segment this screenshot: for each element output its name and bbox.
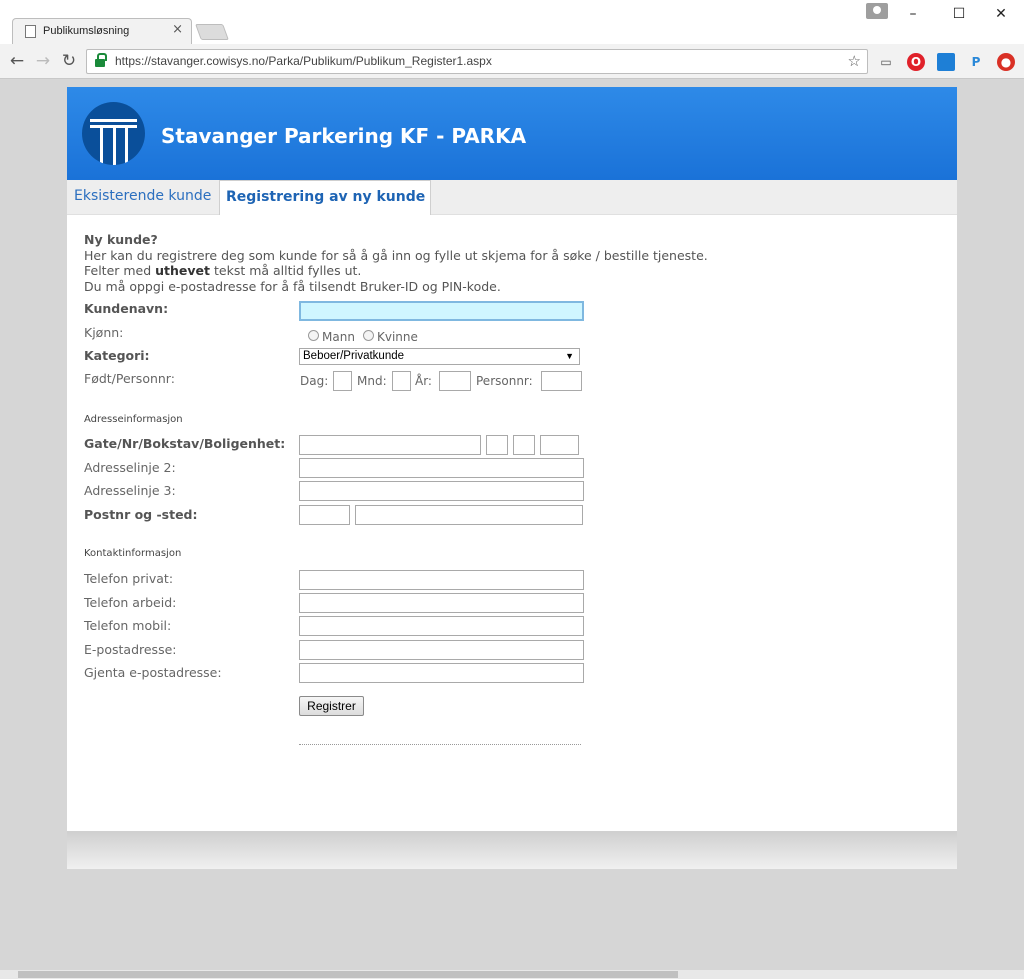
personnr-label: Personnr: xyxy=(476,374,533,388)
husnr-input[interactable] xyxy=(486,435,508,455)
reload-icon[interactable]: ↻ xyxy=(58,51,80,73)
profile-icon[interactable] xyxy=(866,3,888,19)
bookmark-star-icon[interactable]: ☆ xyxy=(848,52,861,70)
browser-toolbar: ← → ↻ https://stavanger.cowisys.no/Parka… xyxy=(0,44,1024,79)
extension-window-icon[interactable] xyxy=(937,53,955,71)
browser-tab-title: Publikumsløsning xyxy=(43,25,130,37)
adblock-icon[interactable]: ● xyxy=(997,53,1015,71)
kvinne-radio[interactable] xyxy=(363,330,374,341)
new-tab-button[interactable] xyxy=(195,24,229,40)
ar-label: År: xyxy=(415,374,432,388)
dag-label: Dag: xyxy=(300,374,329,388)
postnr-label: Postnr og -sted: xyxy=(84,507,198,522)
kundenavn-input[interactable] xyxy=(299,301,584,321)
adresse-section-heading: Adresseinformasjon xyxy=(84,414,183,425)
adresse3-input[interactable] xyxy=(299,481,584,501)
kvinne-label: Kvinne xyxy=(377,330,418,344)
mann-radio[interactable] xyxy=(308,330,319,341)
browser-chrome: Publikumsløsning × – ☐ ✕ ← → ↻ https://s… xyxy=(0,0,1024,79)
forward-arrow-icon[interactable]: → xyxy=(32,51,54,73)
page-footer xyxy=(67,831,957,869)
personnr-input[interactable] xyxy=(541,371,582,391)
tlf-mobil-input[interactable] xyxy=(299,616,584,636)
gate-label: Gate/Nr/Bokstav/Boligenhet: xyxy=(84,436,286,451)
parka-logo-icon xyxy=(82,102,145,165)
close-tab-icon[interactable]: × xyxy=(172,22,183,37)
adresse2-label: Adresselinje 2: xyxy=(84,460,176,475)
intro-line-1: Her kan du registrere deg som kunde for … xyxy=(84,247,708,263)
horizontal-scrollbar[interactable] xyxy=(0,970,1024,979)
intro-line-2: Felter med uthevet tekst må alltid fylle… xyxy=(84,263,362,278)
site-banner: Stavanger Parkering KF - PARKA xyxy=(67,87,957,180)
url-text[interactable]: https://stavanger.cowisys.no/Parka/Publi… xyxy=(115,54,492,68)
kategori-label: Kategori: xyxy=(84,348,150,363)
epost2-label: Gjenta e-postadresse: xyxy=(84,665,222,680)
mnd-label: Mnd: xyxy=(357,374,387,388)
page-container: Stavanger Parkering KF - PARKA Eksistere… xyxy=(67,87,957,869)
minimize-button[interactable]: – xyxy=(890,0,936,28)
intro-line-3: Du må oppgi e-postadresse for å få tilse… xyxy=(84,278,501,294)
intro-text: Ny kunde? Her kan du registrere deg som … xyxy=(84,232,708,294)
tlf-mobil-label: Telefon mobil: xyxy=(84,618,172,633)
gate-input[interactable] xyxy=(299,435,481,455)
tlf-arbeid-input[interactable] xyxy=(299,593,584,613)
p-extension-icon[interactable]: P xyxy=(967,53,985,71)
poststed-input[interactable] xyxy=(355,505,583,525)
tab-strip: Publikumsløsning × – ☐ ✕ xyxy=(0,0,1024,44)
tlf-privat-input[interactable] xyxy=(299,570,584,590)
bokstav-input[interactable] xyxy=(513,435,535,455)
back-arrow-icon[interactable]: ← xyxy=(6,51,28,73)
ar-input[interactable] xyxy=(439,371,471,391)
tlf-privat-label: Telefon privat: xyxy=(84,571,174,586)
epost2-input[interactable] xyxy=(299,663,584,683)
kategori-select[interactable]: Beboer/Privatkunde ▼ xyxy=(299,348,580,365)
cast-icon[interactable]: ▭ xyxy=(877,53,895,71)
opera-icon[interactable]: O xyxy=(907,53,925,71)
address-bar[interactable]: https://stavanger.cowisys.no/Parka/Publi… xyxy=(86,49,868,74)
mnd-input[interactable] xyxy=(392,371,411,391)
close-window-button[interactable]: ✕ xyxy=(978,0,1024,28)
adresse2-input[interactable] xyxy=(299,458,584,478)
dag-input[interactable] xyxy=(333,371,352,391)
epost-label: E-postadresse: xyxy=(84,642,177,657)
dropdown-arrow-icon: ▼ xyxy=(565,351,574,361)
mann-label: Mann xyxy=(322,330,355,344)
fodt-label: Født/Personnr: xyxy=(84,371,175,386)
page-icon xyxy=(25,25,36,38)
page-tabs: Eksisterende kunde Registrering av ny ku… xyxy=(67,180,957,215)
form-divider xyxy=(299,744,581,745)
registrer-button[interactable]: Registrer xyxy=(299,696,364,716)
tab-eksisterende-kunde[interactable]: Eksisterende kunde xyxy=(74,180,222,215)
tab-registrering[interactable]: Registrering av ny kunde xyxy=(219,180,431,215)
kjonn-label: Kjønn: xyxy=(84,325,124,340)
site-title: Stavanger Parkering KF - PARKA xyxy=(161,124,527,148)
lock-icon xyxy=(95,53,107,67)
browser-tab[interactable]: Publikumsløsning × xyxy=(12,18,192,44)
postnr-input[interactable] xyxy=(299,505,350,525)
boligenhet-input[interactable] xyxy=(540,435,579,455)
tlf-arbeid-label: Telefon arbeid: xyxy=(84,595,177,610)
kategori-value: Beboer/Privatkunde xyxy=(303,350,405,362)
intro-heading: Ny kunde? xyxy=(84,232,158,247)
kontakt-section-heading: Kontaktinformasjon xyxy=(84,548,182,559)
scrollbar-thumb[interactable] xyxy=(18,971,678,978)
adresse3-label: Adresselinje 3: xyxy=(84,483,176,498)
kundenavn-label: Kundenavn: xyxy=(84,301,169,316)
epost-input[interactable] xyxy=(299,640,584,660)
maximize-button[interactable]: ☐ xyxy=(936,0,982,28)
